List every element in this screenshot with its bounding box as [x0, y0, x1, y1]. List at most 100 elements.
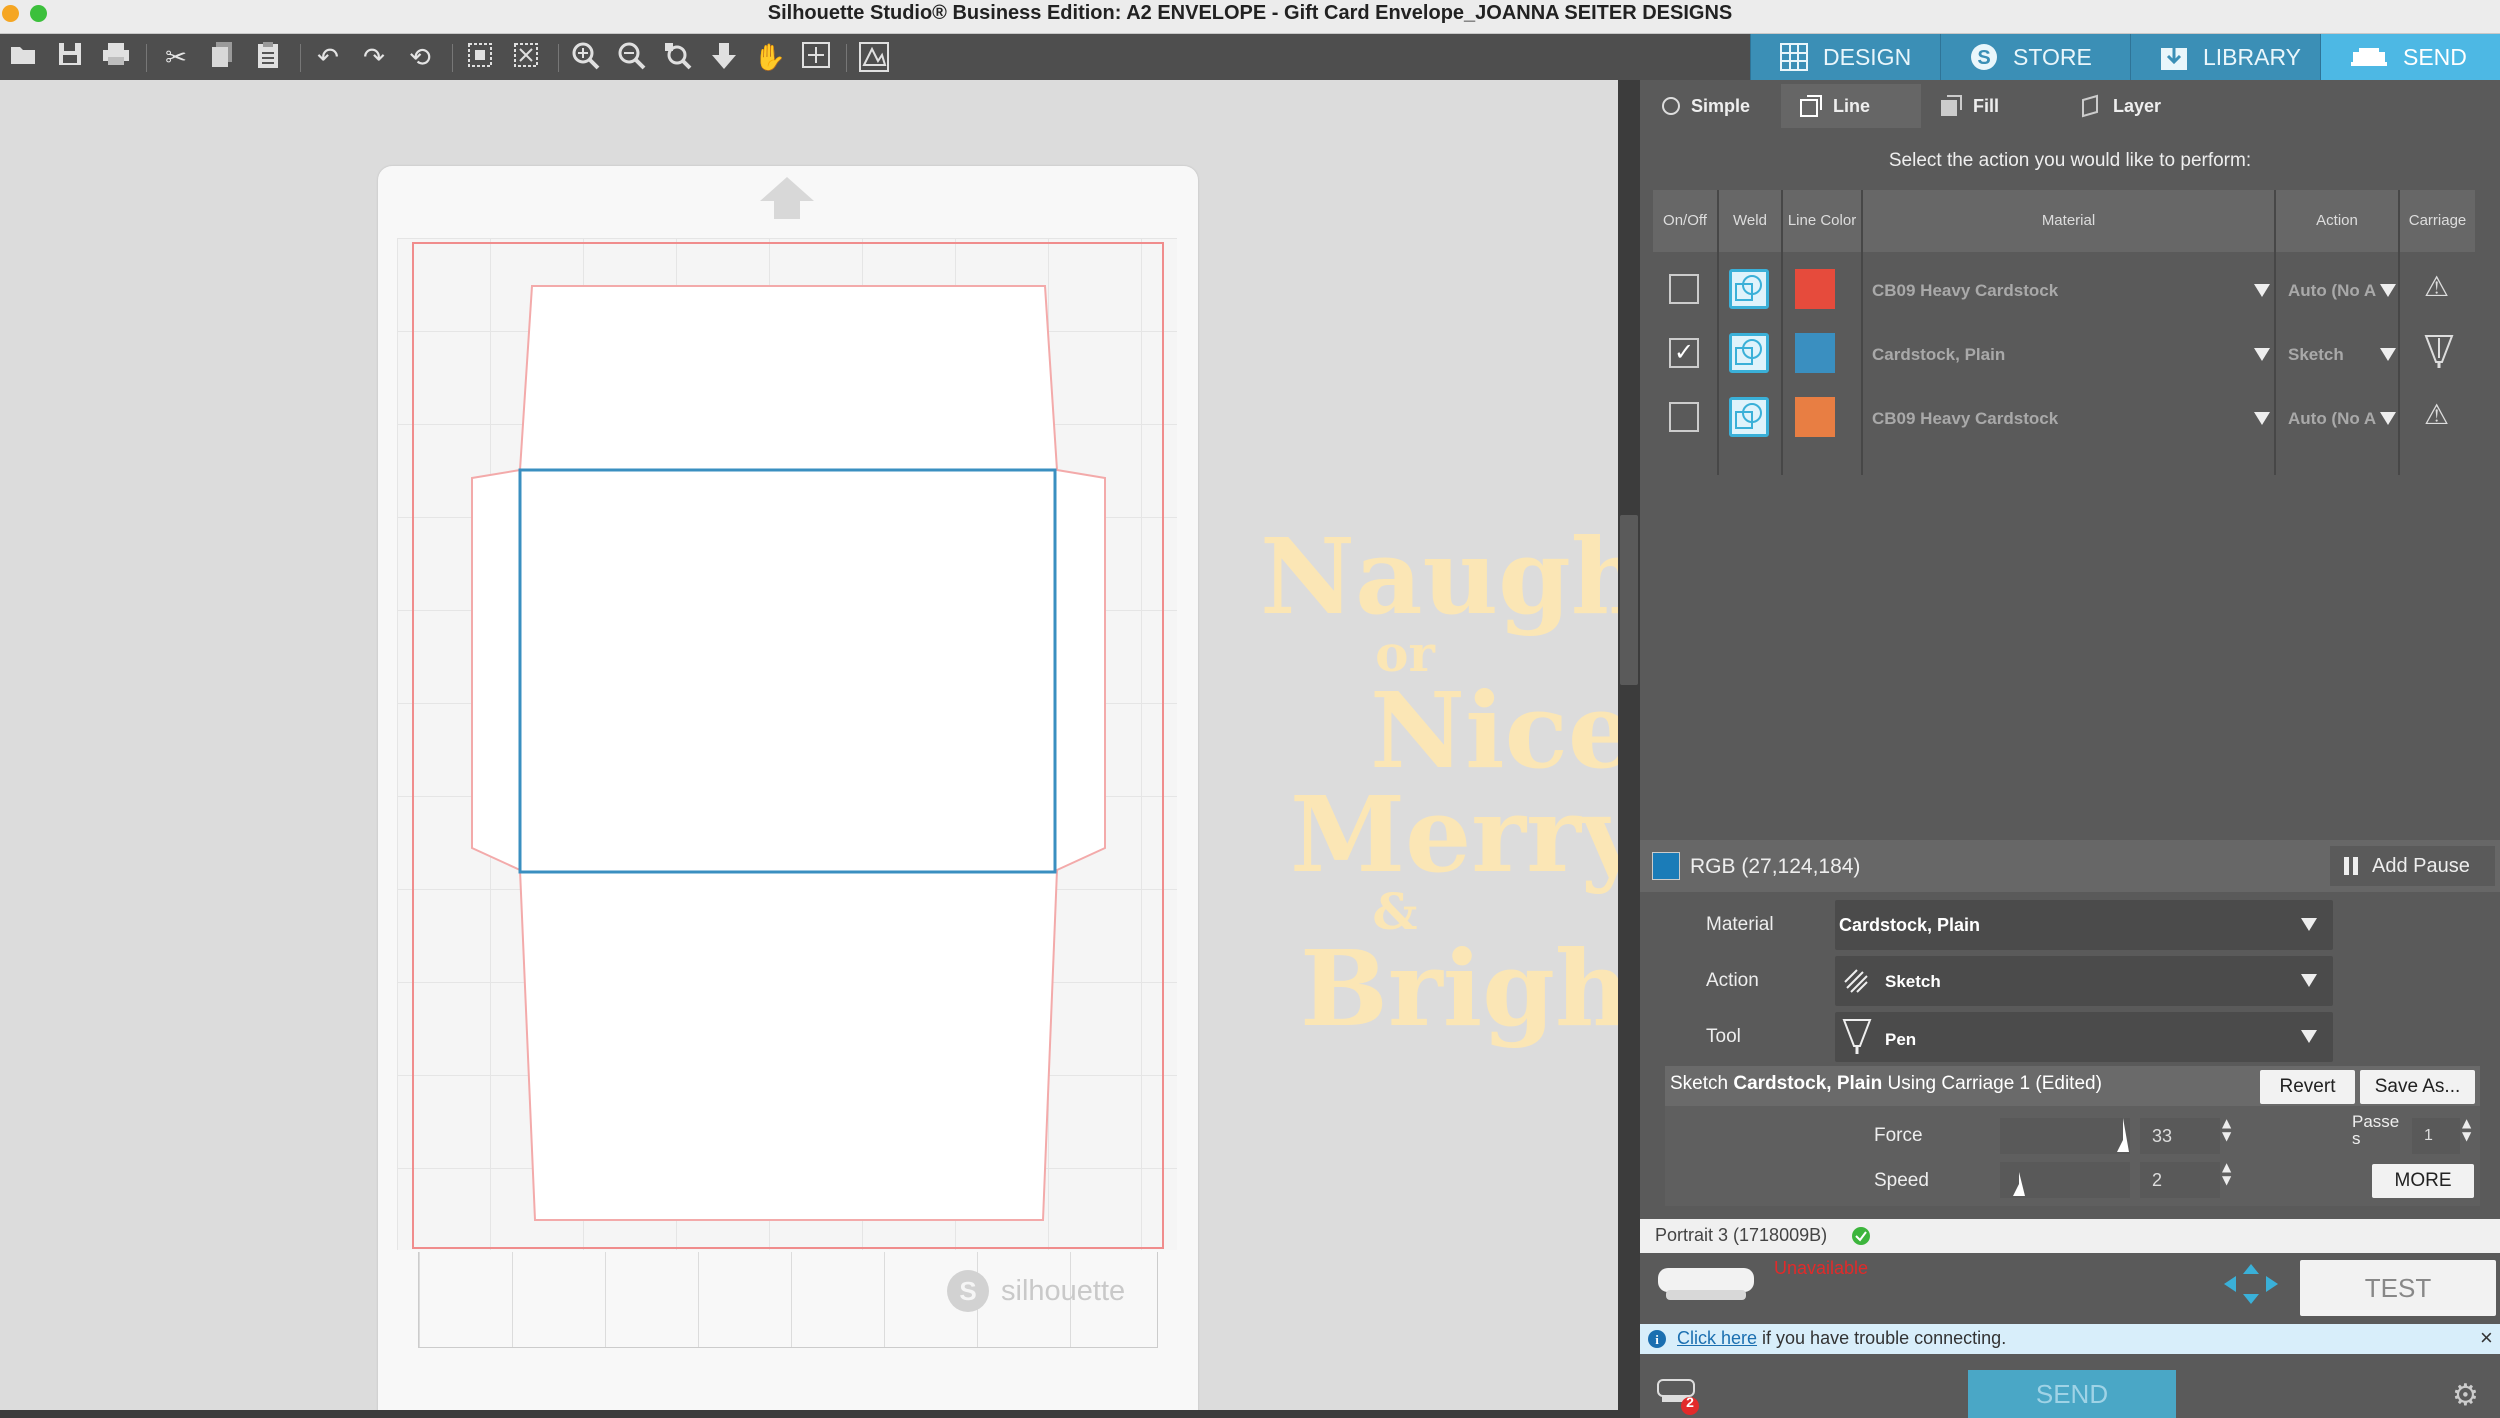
header-line-color: Line Color	[1783, 190, 1861, 252]
force-slider-thumb[interactable]	[2116, 1118, 2130, 1154]
close-icon[interactable]: ×	[2480, 1325, 2493, 1351]
header-carriage: Carriage	[2400, 190, 2475, 252]
fit-page-icon[interactable]	[798, 41, 834, 75]
row-1-material[interactable]: CB09 Heavy Cardstock	[1872, 281, 2058, 301]
row-1-material-dropdown-icon[interactable]	[2254, 284, 2270, 297]
column-divider	[1717, 190, 1719, 475]
zoom-in-icon[interactable]	[568, 41, 604, 75]
subtab-layer-label: Layer	[2113, 95, 2162, 116]
material-select[interactable]: Cardstock, Plain	[1835, 900, 2333, 950]
speed-slider-thumb[interactable]	[2012, 1162, 2026, 1198]
subtab-line[interactable]: Line	[1781, 84, 1921, 128]
subtab-layer[interactable]: Layer	[2061, 84, 2211, 128]
design-canvas[interactable]: S silhouette Naugh or Nice Merry & Brigh	[0, 80, 1618, 1410]
tab-library[interactable]: LIBRARY	[2130, 34, 2320, 80]
tab-send[interactable]: SEND	[2320, 34, 2500, 80]
instructions-text: Select the action you would like to perf…	[1888, 150, 2252, 171]
row-3-action[interactable]: Auto (No A	[2288, 409, 2376, 429]
speed-slider[interactable]	[2000, 1162, 2130, 1198]
cut-icon[interactable]: ✂	[158, 41, 194, 75]
window-title: Silhouette Studio® Business Edition: A2 …	[767, 2, 1733, 24]
move-arrows-icon[interactable]	[2222, 1262, 2280, 1306]
save-as-button[interactable]: Save As...	[2360, 1070, 2475, 1104]
artwork-line-3: Nice	[1370, 669, 1618, 792]
deselect-icon[interactable]	[508, 41, 544, 75]
gear-icon[interactable]: ⚙	[2452, 1378, 2479, 1413]
action-select[interactable]: Sketch	[1835, 956, 2333, 1006]
zoom-selected-icon[interactable]	[660, 41, 696, 75]
row-1-weld-icon[interactable]	[1729, 269, 1769, 309]
info-message: Click here if you have trouble connectin…	[1677, 1328, 2006, 1349]
cutter-device-icon	[1658, 1268, 1754, 1300]
force-stepper[interactable]: ▲ ▼	[2222, 1117, 2231, 1143]
tool-select[interactable]: Pen	[1835, 1012, 2333, 1062]
row-3-action-dropdown-icon[interactable]	[2380, 412, 2396, 425]
more-button[interactable]: MORE	[2372, 1164, 2474, 1198]
tab-send-label: SEND	[2403, 44, 2467, 70]
undo-icon[interactable]: ↶	[310, 41, 346, 75]
horizontal-scrollbar[interactable]	[0, 1410, 1618, 1418]
queue-icon[interactable]	[1656, 1376, 1704, 1416]
row-3-material[interactable]: CB09 Heavy Cardstock	[1872, 409, 2058, 429]
revert-button[interactable]: Revert	[2260, 1070, 2355, 1104]
send-button[interactable]: SEND	[1968, 1370, 2176, 1418]
subtab-simple[interactable]: Simple	[1643, 84, 1781, 128]
speed-value[interactable]: 2	[2140, 1162, 2220, 1198]
row-1-checkbox[interactable]	[1669, 274, 1699, 304]
info-text: if you have trouble connecting.	[1757, 1328, 2007, 1348]
speed-stepper[interactable]: ▲ ▼	[2222, 1161, 2231, 1187]
row-3-checkbox[interactable]	[1669, 402, 1699, 432]
force-value[interactable]: 33	[2140, 1118, 2220, 1154]
header-material: Material	[1863, 190, 2274, 252]
pan-down-icon[interactable]	[706, 41, 742, 75]
row-2-weld-icon[interactable]	[1729, 333, 1769, 373]
row-2-material[interactable]: Cardstock, Plain	[1872, 345, 2005, 365]
test-button[interactable]: TEST	[2300, 1260, 2496, 1316]
tab-store-label: STORE	[2013, 44, 2092, 70]
row-2-action[interactable]: Sketch	[2288, 345, 2344, 365]
redraw-icon[interactable]: ⟲	[402, 41, 438, 75]
open-folder-icon[interactable]	[6, 41, 42, 75]
vertical-scrollbar-thumb[interactable]	[1620, 515, 1638, 685]
hand-icon[interactable]: ✋	[752, 41, 788, 75]
trace-icon[interactable]	[856, 41, 892, 75]
row-3-material-dropdown-icon[interactable]	[2254, 412, 2270, 425]
device-name: Portrait 3 (1718009B)	[1655, 1225, 1828, 1245]
subtab-line-label: Line	[1833, 95, 1871, 116]
zoom-out-icon[interactable]	[614, 41, 650, 75]
row-1-line-color	[1795, 269, 1835, 309]
passes-stepper[interactable]: ▲ ▼	[2462, 1117, 2471, 1143]
click-here-link[interactable]: Click here	[1677, 1328, 1757, 1348]
copy-icon[interactable]	[204, 41, 240, 75]
subtab-fill[interactable]: Fill	[1921, 84, 2061, 128]
artwork-text-group[interactable]: Naugh or Nice Merry & Brigh	[1260, 525, 1618, 1041]
row-3-weld-icon[interactable]	[1729, 397, 1769, 437]
envelope-body-selected[interactable]	[518, 468, 1057, 874]
passes-value[interactable]: 1	[2412, 1118, 2460, 1154]
row-1-action-dropdown-icon[interactable]	[2380, 284, 2396, 297]
header-action: Action	[2276, 190, 2398, 252]
toolbar-separator	[558, 44, 559, 72]
row-2-checkbox[interactable]: ✓	[1669, 338, 1699, 368]
redo-icon[interactable]: ↷	[356, 41, 392, 75]
select-all-icon[interactable]	[462, 41, 498, 75]
print-icon[interactable]	[98, 41, 134, 75]
fill-icon	[1941, 95, 1962, 116]
column-divider	[1861, 190, 1863, 475]
column-divider	[1781, 190, 1783, 475]
row-2-material-dropdown-icon[interactable]	[2254, 348, 2270, 361]
chevron-down-icon	[2301, 974, 2317, 987]
toolbar-separator	[300, 44, 301, 72]
tab-store[interactable]: S STORE	[1940, 34, 2130, 80]
artwork-line-4: Merry	[1290, 773, 1618, 896]
tab-design[interactable]: DESIGN	[1750, 34, 1940, 80]
header-weld: Weld	[1719, 190, 1781, 252]
force-slider[interactable]	[2000, 1118, 2130, 1154]
add-pause-button[interactable]: Add Pause	[2330, 846, 2495, 886]
save-icon[interactable]	[52, 41, 88, 75]
paste-icon[interactable]	[250, 41, 286, 75]
row-2-action-dropdown-icon[interactable]	[2380, 348, 2396, 361]
pen-tool-icon	[1842, 1019, 1872, 1054]
row-1-action[interactable]: Auto (No A	[2288, 281, 2376, 301]
vertical-scrollbar[interactable]	[1618, 80, 1640, 1418]
